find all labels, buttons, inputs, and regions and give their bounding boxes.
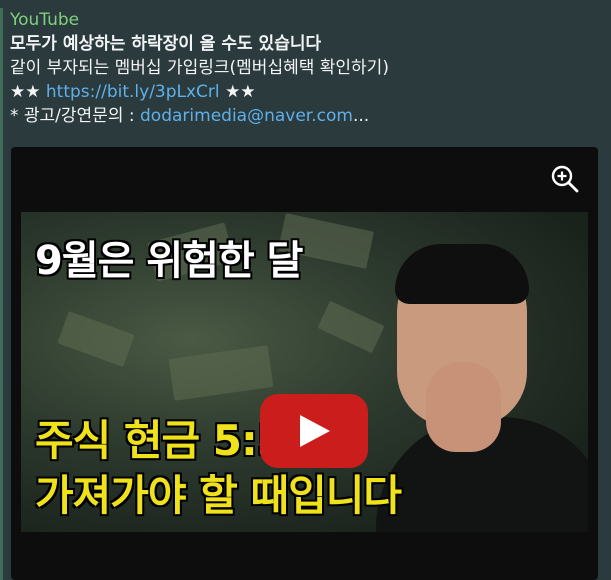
play-icon	[300, 415, 330, 447]
quote-accent-bar	[0, 8, 3, 580]
video-thumbnail[interactable]: 9월은 위험한 달 주식 현금 5:5로 가져가야 할 때입니다	[21, 212, 588, 532]
membership-line: 같이 부자되는 멤버십 가입링크(멤버십혜택 확인하기)	[10, 58, 389, 78]
membership-link[interactable]: https://bit.ly/3pLxCrl	[46, 82, 220, 102]
play-button[interactable]	[260, 394, 368, 468]
zoom-in-icon[interactable]	[550, 164, 580, 194]
message-text: YouTube 모두가 예상하는 하락장이 올 수도 있습니다 같이 부자되는 …	[10, 8, 600, 128]
source-label[interactable]: YouTube	[10, 8, 600, 32]
thumbnail-caption-top: 9월은 위험한 달	[35, 238, 303, 284]
person-hand	[426, 362, 501, 452]
message-bubble: YouTube 모두가 예상하는 하락장이 올 수도 있습니다 같이 부자되는 …	[0, 0, 611, 580]
inquiry-email-link[interactable]: dodarimedia@naver.com	[140, 106, 353, 126]
inquiry-prefix: * 광고/강연문의 :	[10, 106, 141, 126]
inquiry-line: * 광고/강연문의 : dodarimedia@naver.com...	[10, 104, 600, 128]
money-decoration	[317, 300, 385, 354]
money-decoration	[57, 311, 135, 367]
money-decoration	[168, 345, 274, 401]
thumbnail-caption-bottom: 가져가야 할 때입니다	[35, 471, 402, 520]
stars-right: ★★	[225, 82, 256, 102]
video-preview[interactable]: 9월은 위험한 달 주식 현금 5:5로 가져가야 할 때입니다	[11, 147, 598, 580]
stars-left: ★★	[10, 82, 41, 102]
inquiry-ellipsis: ...	[352, 106, 370, 126]
membership-link-line: ★★ https://bit.ly/3pLxCrl ★★	[10, 80, 600, 104]
video-title: 모두가 예상하는 하락장이 올 수도 있습니다	[10, 34, 322, 54]
person-hair	[395, 244, 529, 304]
